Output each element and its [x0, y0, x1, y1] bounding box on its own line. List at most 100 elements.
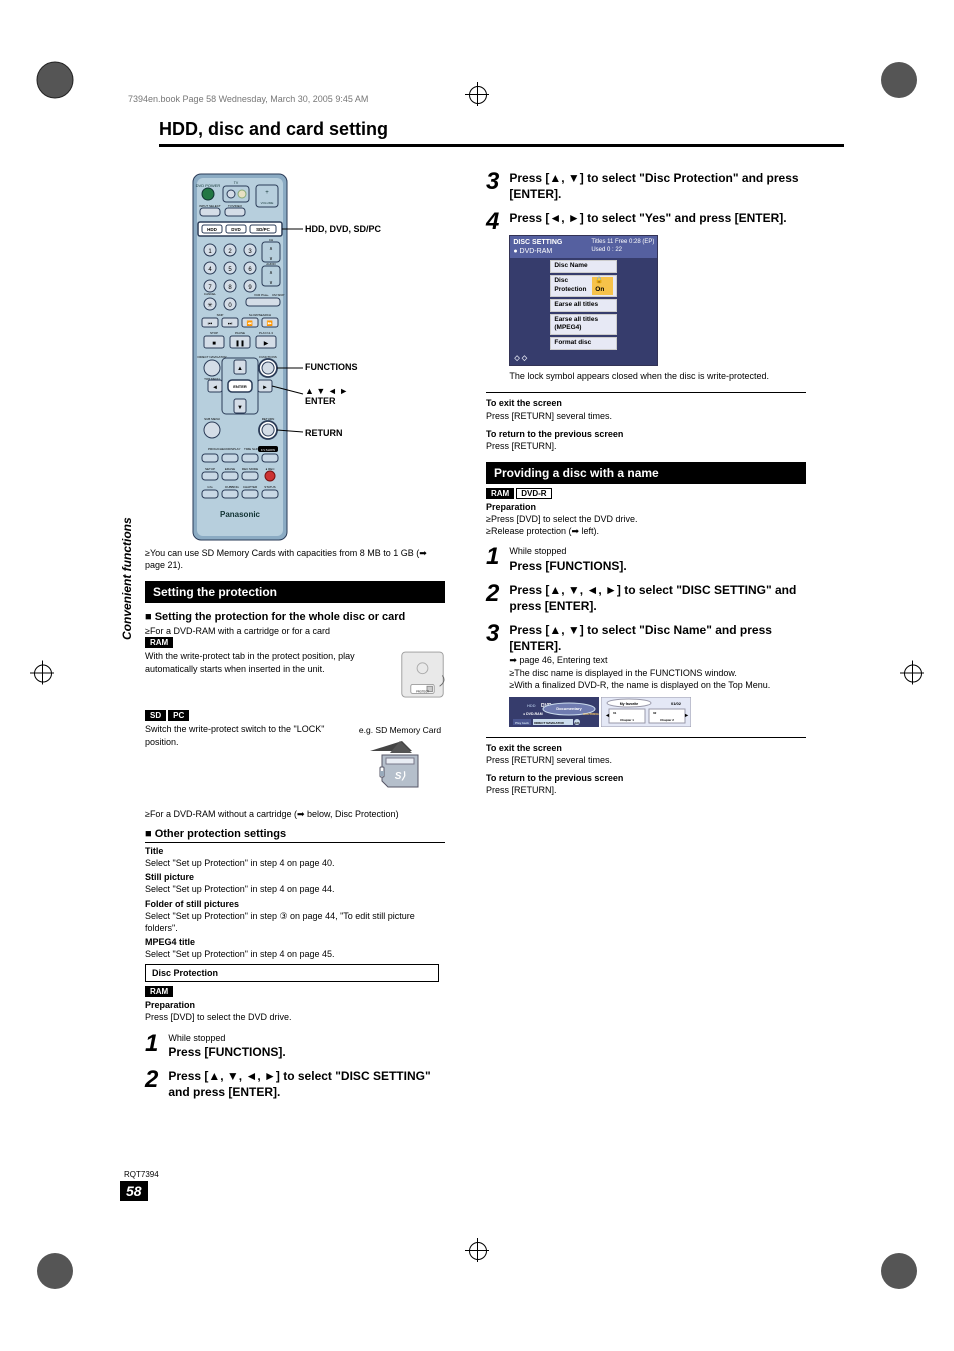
remote-callout-return: RETURN — [305, 428, 343, 438]
page-title: HDD, disc and card setting — [159, 119, 844, 147]
svg-text:SLOW/SEARCH: SLOW/SEARCH — [249, 313, 271, 317]
model-code: RQT7394 — [124, 1170, 159, 1179]
step4-text: Press [◄, ►] to select "Yes" and press [… — [509, 211, 786, 225]
section-bar-setting-protection: Setting the protection — [145, 581, 445, 603]
subhead-other-protection: ■ Other protection settings — [145, 828, 445, 843]
svg-text:01/02: 01/02 — [671, 701, 682, 706]
svg-text:⏩: ⏩ — [267, 320, 273, 327]
svg-text:DIRECT NAVIGATOR: DIRECT NAVIGATOR — [535, 721, 565, 725]
svg-text:PAUSE: PAUSE — [235, 331, 245, 335]
preparation-body: Press [DVD] to select the DVD drive. — [145, 1012, 292, 1022]
registration-mark-icon — [35, 60, 75, 100]
prev-heading: To return to the previous screen — [486, 429, 623, 439]
step2b-text: Press [▲, ▼, ◄, ►] to select "DISC SETTI… — [509, 582, 806, 614]
svg-text:Documentary: Documentary — [557, 706, 583, 711]
svg-text:F.V.SHOW: F.V.SHOW — [261, 448, 275, 452]
section-bar-disc-name: Providing a disc with a name — [486, 462, 806, 484]
svg-text:Play back: Play back — [515, 721, 529, 725]
sd-card-capacity-note: ≥You can use SD Memory Cards with capaci… — [145, 547, 445, 571]
svg-text:PROTECT: PROTECT — [416, 690, 429, 694]
svg-text:CH: CH — [269, 238, 273, 242]
svg-text:AUDIO: AUDIO — [266, 262, 276, 266]
svg-text:● REC: ● REC — [266, 467, 276, 471]
prep-b1: ≥Press [DVD] to select the DVD drive. — [486, 514, 638, 524]
preparation-heading: Preparation — [145, 1000, 195, 1010]
crop-mark-icon — [900, 660, 924, 691]
book-page-info: 7394en.book Page 58 Wednesday, March 30,… — [128, 94, 368, 104]
svg-text:CHAPTER: CHAPTER — [243, 485, 258, 489]
svg-text:ENTER: ENTER — [233, 384, 247, 389]
crop-mark-icon — [465, 1238, 489, 1269]
svg-text:CARTRIDGE PROT: CARTRIDGE PROT — [583, 712, 599, 716]
disc-protection-header: Disc Protection — [145, 964, 439, 982]
other-still: Still picture — [145, 872, 194, 882]
step2-text: Press [▲, ▼, ◄, ►] to select "DISC SETTI… — [168, 1068, 445, 1100]
svg-text:TV: TV — [234, 181, 239, 185]
svg-text:SUB MENU: SUB MENU — [204, 417, 220, 421]
svg-text:DUBBING: DUBBING — [225, 485, 239, 489]
svg-text:⏭: ⏭ — [228, 321, 233, 327]
bullet-1: ≥The disc name is displayed in the FUNCT… — [509, 667, 806, 679]
svg-text:Chapter 2: Chapter 2 — [660, 718, 674, 722]
svg-text:ERASE: ERASE — [225, 467, 235, 471]
crop-mark-icon — [465, 82, 489, 113]
svg-text:SKIP: SKIP — [217, 313, 224, 317]
svg-text:GO: GO — [575, 721, 580, 725]
lock-note: The lock symbol appears closed when the … — [509, 370, 806, 382]
badge-pc: PC — [168, 710, 189, 721]
functions-window-illustration: HDDDVDSD/PC Documentary ● DVD-RAM CARTRI… — [509, 697, 689, 727]
svg-text:CM SKIP: CM SKIP — [272, 293, 284, 297]
svg-text:02: 02 — [653, 711, 657, 715]
step-number-1b: 1 — [486, 545, 499, 569]
svg-text:TIME SLIP: TIME SLIP — [244, 447, 259, 451]
svg-text:CANCEL: CANCEL — [204, 292, 217, 296]
step3-text: Press [▲, ▼] to select "Disc Protection"… — [509, 170, 806, 202]
svg-text:01: 01 — [613, 711, 617, 715]
svg-text:VCR Plus+: VCR Plus+ — [254, 293, 269, 297]
other-title: Title — [145, 846, 163, 856]
registration-mark-icon — [35, 1251, 75, 1291]
svg-text:STOP: STOP — [210, 331, 218, 335]
svg-text:Chapter 1: Chapter 1 — [620, 718, 634, 722]
exit-body: Press [RETURN] several times. — [486, 411, 612, 421]
svg-text:∧: ∧ — [269, 246, 273, 252]
exit2-body: Press [RETURN] several times. — [486, 755, 612, 765]
dvd-ram-no-cartridge-note: ≥For a DVD-RAM without a cartridge (➡ be… — [145, 808, 445, 820]
other-mpeg-body: Select "Set up Protection" in step 4 on … — [145, 949, 335, 959]
svg-text:HDD: HDD — [527, 703, 536, 708]
exit-heading: To exit the screen — [486, 398, 562, 408]
prev2-body: Press [RETURN]. — [486, 785, 557, 795]
step1-small: While stopped — [168, 1032, 445, 1044]
other-folder-body: Select "Set up Protection" in step ③ on … — [145, 911, 415, 933]
svg-text:SETUP: SETUP — [205, 467, 215, 471]
registration-mark-icon — [879, 1251, 919, 1291]
svg-text:DVD: DVD — [231, 227, 241, 232]
bullet-2: ≥With a finalized DVD-R, the name is dis… — [509, 679, 806, 691]
step1-text: Press [FUNCTIONS]. — [168, 1045, 285, 1059]
sd-memory-card-illustration: S⟩ — [370, 739, 430, 791]
badge-sd: SD — [145, 710, 166, 721]
svg-text:✳: ✳ — [207, 302, 212, 309]
svg-text:+: + — [265, 190, 269, 196]
sd-body-text: Switch the write-protect switch to the "… — [145, 723, 345, 747]
exit2-heading: To exit the screen — [486, 743, 562, 753]
svg-text:PLAY/x1.3: PLAY/x1.3 — [259, 331, 273, 335]
badge-dvd-r: DVD-R — [516, 488, 551, 499]
step-number-3: 3 — [486, 170, 499, 194]
prev2-heading: To return to the previous screen — [486, 773, 623, 783]
step-number-4: 4 — [486, 210, 499, 234]
svg-text:INPUT SELECT: INPUT SELECT — [199, 204, 221, 208]
svg-text:◄: ◄ — [212, 385, 218, 391]
svg-text:■: ■ — [212, 341, 216, 347]
sd-caption: e.g. SD Memory Card — [355, 725, 445, 736]
section-caption: Convenient functions — [120, 517, 134, 640]
svg-text:REC MODE: REC MODE — [242, 467, 258, 471]
svg-text:Info: Info — [207, 485, 212, 489]
other-title-body: Select "Set up Protection" in step 4 on … — [145, 858, 335, 868]
svg-text:∧: ∧ — [269, 270, 273, 276]
svg-text:∨: ∨ — [269, 280, 273, 286]
svg-text:HDD: HDD — [207, 227, 217, 232]
step3b-text: Press [▲, ▼] to select "Disc Name" and p… — [509, 623, 772, 653]
bullet-dvd-ram-cartridge: ≥For a DVD-RAM with a cartridge or for a… — [145, 625, 445, 637]
svg-text:DVD POWER: DVD POWER — [196, 183, 221, 188]
